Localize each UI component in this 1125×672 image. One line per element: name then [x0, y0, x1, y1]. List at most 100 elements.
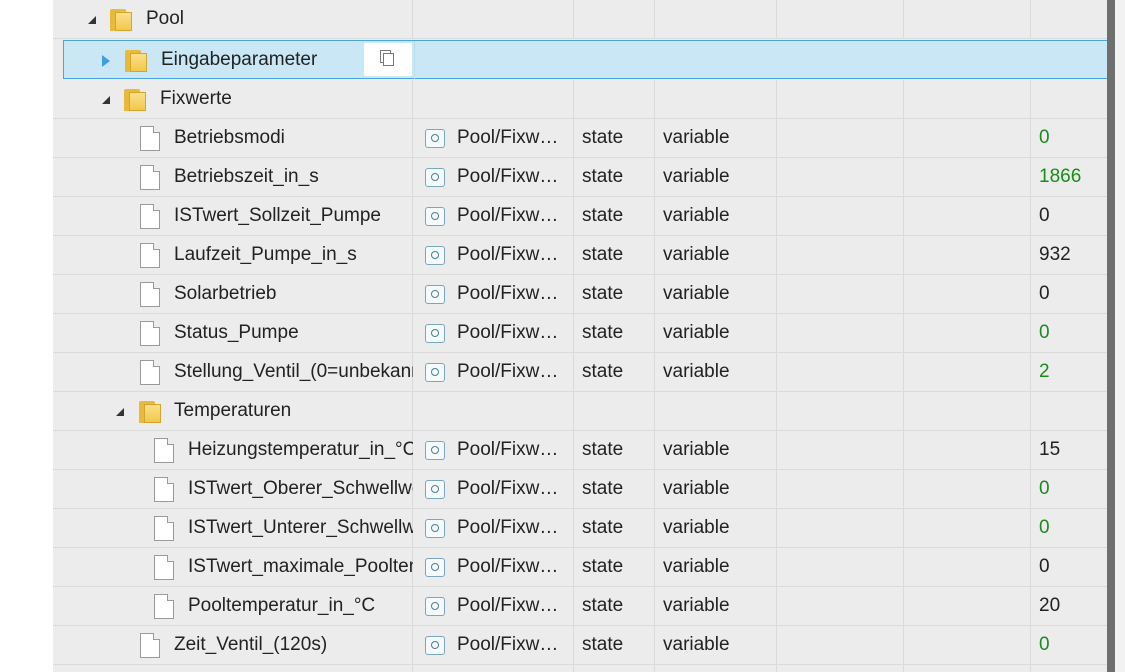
state-role: variable — [663, 166, 730, 187]
table-row[interactable]: ISTwert_maximale_Pooltemperatur Pool/Fix… — [53, 548, 1107, 587]
document-icon — [140, 282, 160, 307]
state-name: Status_Pumpe — [174, 323, 299, 343]
state-id-icon[interactable] — [425, 597, 445, 616]
state-value[interactable]: 0 — [1039, 518, 1050, 538]
state-id-icon[interactable] — [425, 636, 445, 655]
state-type: state — [582, 244, 624, 265]
state-value[interactable]: 0 — [1039, 557, 1050, 577]
tree-row-pool[interactable]: Pool — [53, 0, 1107, 39]
state-id-icon[interactable] — [425, 441, 445, 460]
state-name: ISTwert_Unterer_Schwellwert — [188, 518, 413, 538]
state-value[interactable]: 20 — [1039, 596, 1060, 616]
table-row[interactable] — [53, 665, 1107, 672]
document-icon — [140, 204, 160, 229]
state-value[interactable]: 932 — [1039, 245, 1071, 265]
table-row[interactable]: Pooltemperatur_in_°C Pool/Fixw… state va… — [53, 587, 1107, 626]
state-id-icon[interactable] — [425, 246, 445, 265]
state-name: Zeit_Ventil_(120s) — [174, 635, 328, 655]
state-value[interactable]: 0 — [1039, 635, 1050, 655]
state-type: state — [582, 439, 624, 460]
state-id-icon[interactable] — [425, 168, 445, 187]
folder-icon — [110, 9, 132, 31]
state-type: state — [582, 517, 624, 538]
state-value[interactable]: 0 — [1039, 284, 1050, 304]
role-cell — [655, 0, 777, 38]
state-id-icon[interactable] — [425, 207, 445, 226]
state-id-icon[interactable] — [425, 129, 445, 148]
name-cell: Pool — [53, 0, 413, 38]
table-row[interactable]: Solarbetrieb Pool/Fixw… state variable 0 — [53, 275, 1107, 314]
collapse-triangle-icon[interactable] — [102, 96, 110, 104]
state-name: Betriebszeit_in_s — [174, 167, 319, 187]
state-role: variable — [663, 244, 730, 265]
state-role: variable — [663, 127, 730, 148]
state-type: state — [582, 205, 624, 226]
folder-label: Fixwerte — [160, 88, 232, 109]
state-id: Pool/Fixw… — [457, 439, 559, 460]
state-id-icon[interactable] — [425, 558, 445, 577]
state-id-icon[interactable] — [425, 324, 445, 343]
state-value[interactable]: 0 — [1039, 128, 1050, 148]
state-role: variable — [663, 517, 730, 538]
state-value[interactable]: 15 — [1039, 440, 1060, 460]
expand-triangle-icon[interactable] — [102, 55, 110, 67]
collapse-triangle-icon[interactable] — [88, 16, 96, 24]
state-id-icon[interactable] — [425, 519, 445, 538]
state-id-icon[interactable] — [425, 285, 445, 304]
folder-label: Eingabeparameter — [161, 49, 318, 70]
state-type: state — [582, 556, 624, 577]
copy-button[interactable] — [364, 43, 412, 76]
table-row[interactable]: Zeit_Ventil_(120s) Pool/Fixw… state vari… — [53, 626, 1107, 665]
table-row[interactable]: ISTwert_Unterer_Schwellwert Pool/Fixw… s… — [53, 509, 1107, 548]
room-cell — [777, 0, 904, 38]
tree-row-fixwerte[interactable]: Fixwerte — [53, 80, 1107, 119]
document-icon — [154, 516, 174, 541]
folder-label: Pool — [146, 8, 185, 29]
state-value[interactable]: 2 — [1039, 362, 1050, 382]
state-id: Pool/Fixw… — [457, 517, 559, 538]
state-id: Pool/Fixw… — [457, 166, 559, 187]
value-cell — [1031, 0, 1107, 38]
state-id-icon[interactable] — [425, 363, 445, 382]
table-row[interactable]: ISTwert_Sollzeit_Pumpe Pool/Fixw… state … — [53, 197, 1107, 236]
type-cell — [574, 0, 655, 38]
document-icon — [140, 633, 160, 658]
document-icon — [140, 126, 160, 151]
state-role: variable — [663, 478, 730, 499]
document-icon — [140, 243, 160, 268]
tree-row-eingabeparameter[interactable]: Eingabeparameter — [63, 40, 1107, 79]
state-value[interactable]: 1866 — [1039, 167, 1081, 187]
folder-icon — [125, 50, 147, 72]
state-id: Pool/Fixw… — [457, 283, 559, 304]
state-id: Pool/Fixw… — [457, 634, 559, 655]
state-type: state — [582, 322, 624, 343]
document-icon — [140, 360, 160, 385]
name-cell: Fixwerte — [53, 80, 413, 118]
table-row[interactable]: ISTwert_Oberer_Schwellwert Pool/Fixw… st… — [53, 470, 1107, 509]
function-cell — [904, 0, 1031, 38]
table-row[interactable]: Status_Pumpe Pool/Fixw… state variable 0 — [53, 314, 1107, 353]
object-tree-table: Pool Eingabeparameter Fixwerte Betriebsm… — [53, 0, 1107, 672]
state-value[interactable]: 0 — [1039, 323, 1050, 343]
table-row[interactable]: Stellung_Ventil_(0=unbekannt Pool/Fixw… … — [53, 353, 1107, 392]
state-role: variable — [663, 205, 730, 226]
table-row[interactable]: Betriebsmodi Pool/Fixw… state variable 0 — [53, 119, 1107, 158]
table-row[interactable]: Heizungstemperatur_in_°C Pool/Fixw… stat… — [53, 431, 1107, 470]
state-value[interactable]: 0 — [1039, 479, 1050, 499]
left-gutter — [0, 0, 53, 672]
state-role: variable — [663, 283, 730, 304]
table-row[interactable]: Betriebszeit_in_s Pool/Fixw… state varia… — [53, 158, 1107, 197]
state-type: state — [582, 478, 624, 499]
state-type: state — [582, 361, 624, 382]
vertical-scrollbar[interactable] — [1107, 0, 1115, 672]
state-id-icon[interactable] — [425, 480, 445, 499]
table-row[interactable]: Laufzeit_Pumpe_in_s Pool/Fixw… state var… — [53, 236, 1107, 275]
state-role: variable — [663, 634, 730, 655]
state-name: Heizungstemperatur_in_°C — [188, 440, 413, 460]
collapse-triangle-icon[interactable] — [116, 408, 124, 416]
document-icon — [154, 438, 174, 463]
state-value[interactable]: 0 — [1039, 206, 1050, 226]
tree-row-temperaturen[interactable]: Temperaturen — [53, 392, 1107, 431]
state-id: Pool/Fixw… — [457, 361, 559, 382]
state-id: Pool/Fixw… — [457, 244, 559, 265]
